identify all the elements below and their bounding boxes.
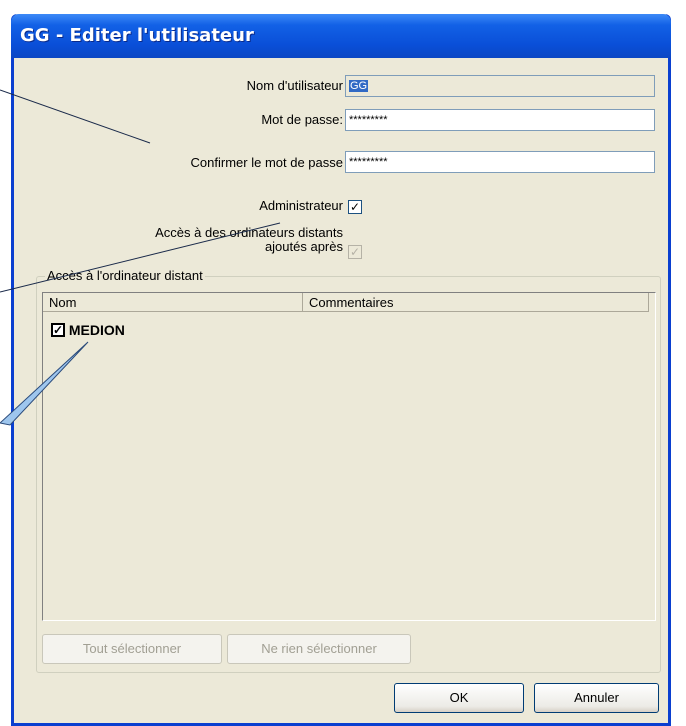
ok-button[interactable]: OK — [394, 683, 524, 713]
confirm-password-field[interactable]: ********* — [345, 151, 655, 173]
username-field[interactable]: GG — [345, 75, 655, 97]
administrator-label: Administrateur — [259, 198, 343, 213]
list-item-checkbox[interactable]: ✓ — [51, 323, 65, 338]
remote-access-label: Accès à des ordinateurs distants ajoutés… — [155, 226, 343, 254]
column-header-comments[interactable]: Commentaires — [303, 293, 649, 312]
username-label: Nom d'utilisateur — [246, 78, 343, 93]
group-legend: Accès à l'ordinateur distant — [45, 268, 205, 283]
remote-access-label-line1: Accès à des ordinateurs distants — [155, 225, 343, 240]
select-none-button[interactable]: Ne rien sélectionner — [227, 634, 411, 664]
list-item[interactable]: ✓ MEDION — [51, 320, 125, 340]
edit-user-dialog: GG - Editer l'utilisateur Nom d'utilisat… — [11, 14, 671, 726]
confirm-password-label: Confirmer le mot de passe — [190, 155, 343, 170]
select-all-button[interactable]: Tout sélectionner — [42, 634, 222, 664]
password-label: Mot de passe: — [261, 112, 343, 127]
password-field[interactable]: ********* — [345, 109, 655, 131]
remote-computer-group: Accès à l'ordinateur distant Nom Comment… — [36, 268, 661, 673]
list-item-name: MEDION — [68, 322, 125, 338]
title-bar[interactable]: GG - Editer l'utilisateur — [11, 14, 671, 58]
administrator-checkbox[interactable]: ✓ — [348, 200, 362, 214]
remote-access-label-line2: ajoutés après — [264, 239, 343, 254]
computer-list[interactable]: Nom Commentaires ✓ MEDION — [42, 292, 656, 621]
remote-access-checkbox[interactable]: ✓ — [348, 245, 362, 259]
column-header-name[interactable]: Nom — [43, 293, 303, 312]
cancel-button[interactable]: Annuler — [534, 683, 659, 713]
username-value: GG — [349, 80, 369, 92]
window-title: GG - Editer l'utilisateur — [20, 25, 254, 46]
